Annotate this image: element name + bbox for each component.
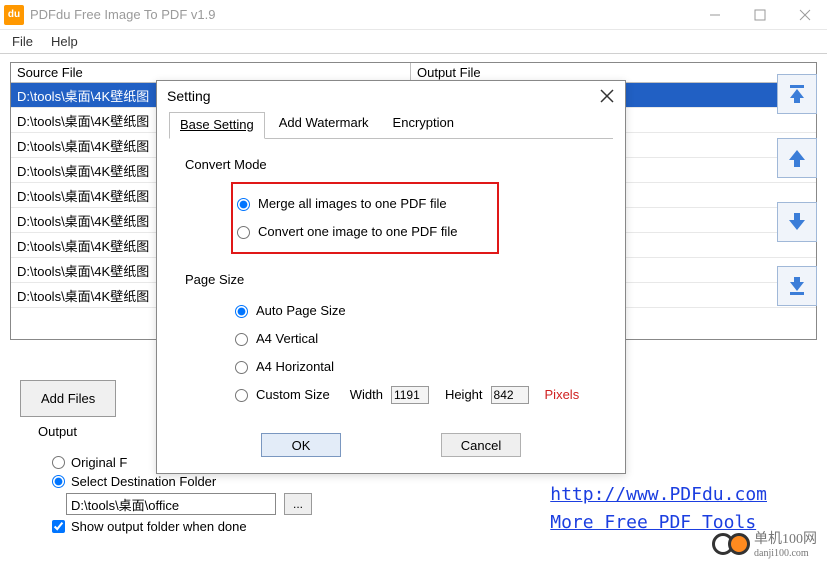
a4-horizontal-radio[interactable] [235,361,248,374]
maximize-button[interactable] [737,1,782,29]
menu-help[interactable]: Help [51,34,78,49]
watermark-sub: danji100.com [754,548,817,559]
watermark-text: 单机100网 [754,528,817,548]
move-up-button[interactable] [777,138,817,178]
titlebar-text: PDFdu Free Image To PDF v1.9 [30,7,692,22]
site-link[interactable]: http://www.PDFdu.com [550,481,767,509]
tab-add-watermark[interactable]: Add Watermark [269,111,379,138]
pixels-label: Pixels [545,381,580,409]
auto-page-size-label: Auto Page Size [256,297,346,325]
browse-button[interactable]: ... [284,493,312,515]
auto-page-size-radio[interactable] [235,305,248,318]
width-label: Width [350,381,383,409]
move-bottom-button[interactable] [777,266,817,306]
merge-all-label: Merge all images to one PDF file [258,190,447,218]
custom-size-radio[interactable] [235,389,248,402]
original-folder-radio[interactable] [52,456,65,469]
move-down-button[interactable] [777,202,817,242]
original-folder-label: Original F [71,455,127,470]
page-size-label: Page Size [185,272,597,287]
a4-vertical-label: A4 Vertical [256,325,318,353]
tab-base-setting[interactable]: Base Setting [169,112,265,139]
dialog-tabs: Base Setting Add Watermark Encryption [169,111,613,139]
tab-encryption[interactable]: Encryption [383,111,464,138]
dialog-title: Setting [167,88,211,104]
close-button[interactable] [782,1,827,29]
convert-one-radio[interactable] [237,226,250,239]
convert-one-label: Convert one image to one PDF file [258,218,457,246]
watermark-logo: 单机100网 danji100.com [712,528,817,559]
destination-folder-radio[interactable] [52,475,65,488]
arrow-panel [777,74,817,306]
destination-path-input[interactable] [66,493,276,515]
width-input[interactable] [391,386,429,404]
merge-all-radio[interactable] [237,198,250,211]
convert-mode-label: Convert Mode [185,157,597,172]
a4-vertical-radio[interactable] [235,333,248,346]
custom-size-label: Custom Size [256,381,330,409]
titlebar: du PDFdu Free Image To PDF v1.9 [0,0,827,30]
menu-file[interactable]: File [12,34,33,49]
add-files-button[interactable]: Add Files [20,380,116,417]
destination-folder-label: Select Destination Folder [71,474,216,489]
app-icon: du [4,5,24,25]
height-label: Height [445,381,483,409]
move-top-button[interactable] [777,74,817,114]
show-folder-checkbox[interactable] [52,520,65,533]
cancel-button[interactable]: Cancel [441,433,521,457]
settings-dialog: Setting Base Setting Add Watermark Encry… [156,80,626,474]
dialog-close-button[interactable] [595,84,619,108]
show-folder-label: Show output folder when done [71,519,247,534]
convert-mode-highlight: Merge all images to one PDF file Convert… [231,182,499,254]
a4-horizontal-label: A4 Horizontal [256,353,334,381]
menubar: File Help [0,30,827,54]
minimize-button[interactable] [692,1,737,29]
height-input[interactable] [491,386,529,404]
ok-button[interactable]: OK [261,433,341,457]
